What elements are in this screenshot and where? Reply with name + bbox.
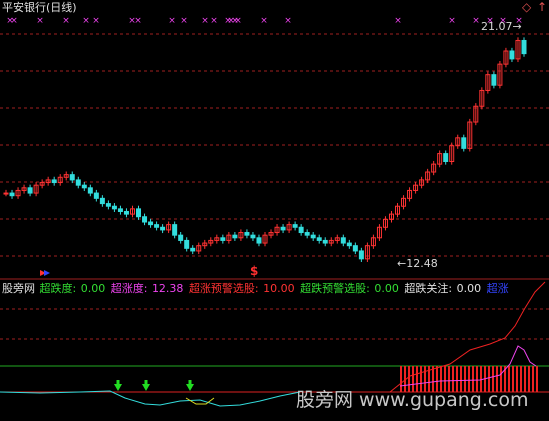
- down-arrow-stem-icon: [116, 380, 120, 385]
- legend-item-overbought: 超涨度: 12.38: [110, 282, 184, 295]
- candle-down: [105, 203, 111, 207]
- high-price-label: 21.07→: [481, 20, 522, 33]
- x-marker-icon: ×: [92, 16, 100, 26]
- legend-item-overbought-alert: 超涨预警选股: 10.00: [188, 282, 295, 295]
- x-marker-icon: ×: [62, 16, 70, 26]
- candle-down: [154, 224, 160, 228]
- chart-canvas: ×× × × × × ×× × × × × ×××× × × × × × × × ×: [0, 16, 549, 407]
- candle-down: [51, 179, 57, 184]
- candle-down: [461, 137, 467, 149]
- candle-down: [190, 247, 196, 252]
- legend-item-oversold-alert: 超跌预警选股: 0.00: [300, 282, 399, 295]
- candle-down: [148, 221, 154, 226]
- x-marker-icon: ×: [284, 16, 292, 26]
- candle-down: [340, 237, 346, 244]
- candle-down: [316, 237, 322, 241]
- candle-down: [232, 234, 238, 239]
- candle-down: [346, 242, 352, 247]
- down-arrow-icon: [186, 384, 194, 391]
- high-arrow-icon: →: [512, 20, 522, 33]
- x-marker-icon: ×: [448, 16, 456, 26]
- low-arrow-icon: ←: [397, 257, 407, 270]
- candle-down: [123, 210, 129, 215]
- low-value: 12.48: [406, 257, 438, 270]
- candle-down: [184, 239, 190, 249]
- candle-down: [358, 250, 364, 260]
- oversold-curve: [0, 390, 301, 407]
- x-marker-icon: ×: [394, 16, 402, 26]
- legend-item-oversold: 超跌度: 0.00: [39, 282, 106, 295]
- candle-down: [75, 179, 81, 186]
- candle-down: [27, 187, 33, 194]
- x-marker-icon: ×: [260, 16, 268, 26]
- candle-down: [250, 234, 256, 239]
- candle-down: [87, 187, 93, 194]
- x-marker-icon: ×: [201, 16, 209, 26]
- candle-down: [244, 232, 250, 236]
- candle-down: [99, 197, 105, 205]
- candle-down: [178, 234, 184, 241]
- candle-down: [69, 174, 75, 181]
- candle-down: [521, 39, 527, 55]
- diamond-icon[interactable]: ◇: [522, 1, 531, 14]
- x-marker-icon: ×: [234, 16, 242, 26]
- chart-title: 平安银行(日线): [2, 1, 77, 14]
- candle-up: [3, 192, 9, 195]
- x-marker-icon: ×: [472, 16, 480, 26]
- candle-down: [352, 245, 358, 252]
- up-arrow-icon[interactable]: ↑: [537, 1, 547, 14]
- signal-x-markers: ×× × × × × ×× × × × × ×××× × × × × × × × ×: [6, 16, 523, 26]
- candle-down: [304, 232, 310, 236]
- candle-down: [298, 226, 304, 234]
- down-arrow-stem-icon: [188, 380, 192, 385]
- candle-down: [256, 237, 262, 244]
- x-marker-icon: ×: [180, 16, 188, 26]
- candle-down: [220, 237, 226, 241]
- candle-down: [292, 224, 298, 228]
- candle-down: [142, 216, 148, 223]
- candle-down: [9, 192, 15, 197]
- candle-down: [172, 224, 178, 236]
- candle-down: [310, 234, 316, 239]
- x-marker-icon: ×: [36, 16, 44, 26]
- price-gridlines: [0, 33, 549, 257]
- high-value: 21.07: [481, 20, 513, 33]
- x-marker-icon: ×: [168, 16, 176, 26]
- indicator-name[interactable]: 股旁网: [2, 282, 35, 295]
- x-marker-icon: ×: [134, 16, 142, 26]
- x-marker-icon: ×: [82, 16, 90, 26]
- down-arrow-stem-icon: [144, 380, 148, 385]
- candle-down: [136, 208, 142, 218]
- candle-down: [160, 226, 166, 231]
- candle-down: [117, 208, 123, 212]
- candle-down: [81, 184, 87, 189]
- candle-down: [93, 192, 99, 199]
- dollar-signal-icon: $: [250, 264, 259, 278]
- low-price-label: ←12.48: [397, 257, 438, 270]
- x-marker-icon: ×: [210, 16, 218, 26]
- candle-down: [509, 50, 515, 60]
- down-arrow-icon: [114, 384, 122, 391]
- legend-item-oversold-watch: 超跌关注: 0.00: [404, 282, 482, 295]
- candle-down: [491, 74, 497, 86]
- candle-down: [443, 153, 449, 162]
- watermark: 股旁网 www.gupang.com: [296, 389, 529, 411]
- candle-down: [322, 239, 328, 244]
- x-marker-icon: ×: [10, 16, 18, 26]
- down-arrow-icon: [142, 384, 150, 391]
- candle-down: [280, 226, 286, 231]
- legend-item-overbought-tail: 超涨: [486, 282, 509, 295]
- indicator-legend: 股旁网 超跌度: 0.00 超涨度: 12.38 超涨预警选股: 10.00 超…: [2, 282, 510, 296]
- pane-marker-icon-2: [44, 270, 50, 276]
- candle-down: [111, 205, 117, 210]
